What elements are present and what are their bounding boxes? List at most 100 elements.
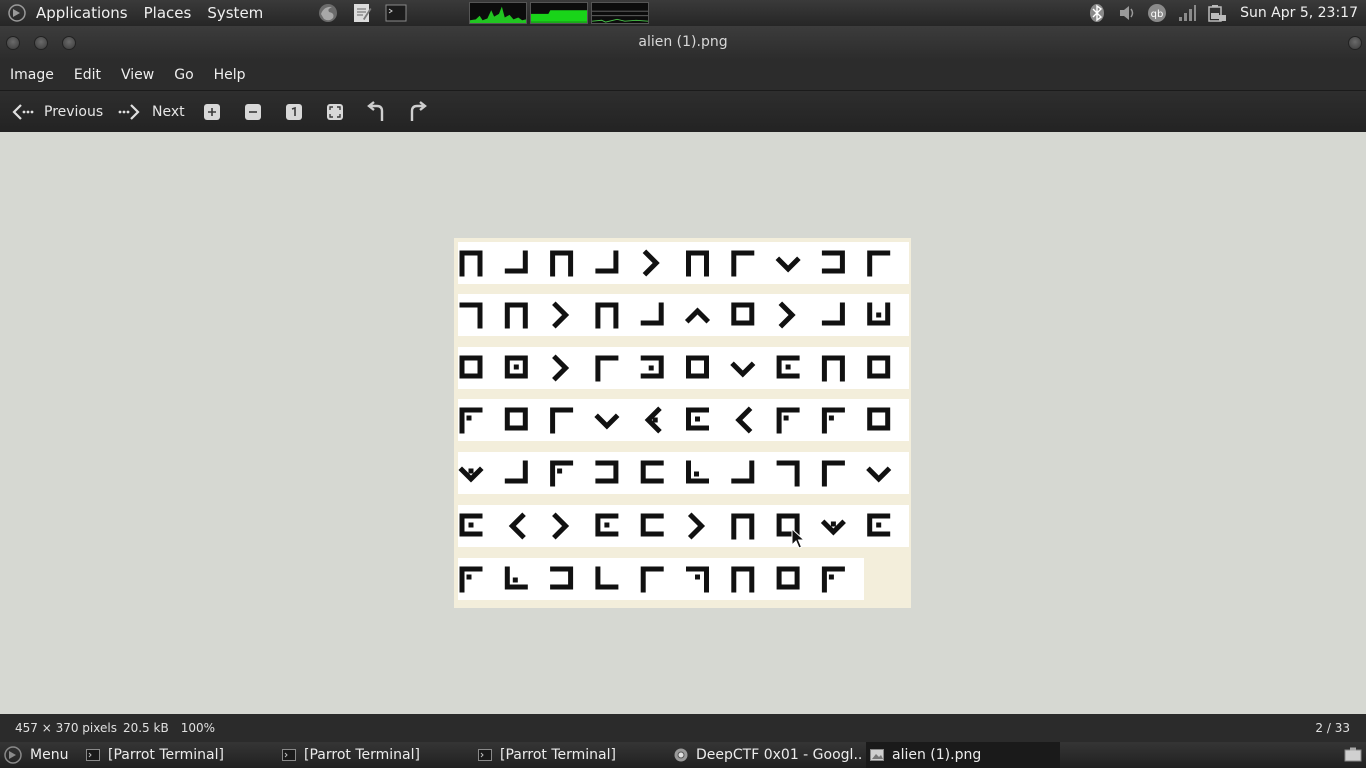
- alien-glyph-cdot: [686, 407, 709, 431]
- parrot-logo-icon[interactable]: [8, 4, 26, 22]
- rotate-right-button[interactable]: [408, 91, 428, 133]
- previous-button[interactable]: Previous: [10, 91, 103, 133]
- alien-glyph-cdot: [867, 513, 891, 537]
- alien-glyph-lessdot: [644, 406, 662, 434]
- task-parrot-terminal-1[interactable]: [Parrot Terminal]: [86, 742, 276, 768]
- alien-glyph-rc: [640, 302, 664, 326]
- alien-glyph-ltdot: [776, 407, 800, 434]
- text-editor-launcher-icon[interactable]: [351, 2, 373, 24]
- alien-glyph-lt: [550, 407, 574, 434]
- alien-glyph-n: [821, 355, 845, 382]
- zoom-out-button[interactable]: [244, 91, 262, 133]
- places-menu[interactable]: Places: [136, 0, 200, 26]
- alien-glyph-sq: [776, 566, 800, 590]
- task-label: [Parrot Terminal]: [108, 747, 224, 763]
- image-index: 2 / 33: [1315, 721, 1350, 735]
- window-titlebar[interactable]: alien (1).png: [0, 26, 1366, 60]
- battery-icon[interactable]: [1207, 3, 1227, 23]
- alien-glyph-lt: [595, 355, 619, 382]
- task-alien-png[interactable]: alien (1).png: [866, 742, 1060, 768]
- image-viewer-icon: [870, 749, 884, 761]
- alien-glyph-n: [686, 250, 709, 277]
- terminal-launcher-icon[interactable]: [385, 2, 407, 24]
- terminal-icon: [478, 749, 492, 761]
- svg-text:qb: qb: [1151, 9, 1164, 20]
- alien-glyph-cdot: [776, 355, 800, 379]
- taskbar: Menu [Parrot Terminal] [Parrot Terminal]…: [0, 742, 1366, 768]
- alien-glyph-v: [594, 413, 620, 430]
- alien-glyph-hat: [684, 307, 711, 324]
- alien-glyph-v: [866, 466, 892, 483]
- memory-monitor-icon: [530, 2, 589, 24]
- task-parrot-terminal-2[interactable]: [Parrot Terminal]: [282, 742, 472, 768]
- next-button[interactable]: Next: [118, 91, 185, 133]
- alien-cipher-image: [454, 238, 911, 608]
- show-desktop-icon[interactable]: [1344, 747, 1362, 763]
- volume-icon[interactable]: [1117, 3, 1137, 23]
- normal-size-button[interactable]: [285, 91, 303, 133]
- task-parrot-terminal-3[interactable]: [Parrot Terminal]: [478, 742, 668, 768]
- terminal-icon: [282, 749, 296, 761]
- applications-menu[interactable]: Applications: [28, 0, 136, 26]
- alien-glyph-lt: [867, 250, 891, 277]
- start-menu-button[interactable]: Menu: [0, 742, 78, 768]
- alien-glyph-ltdot: [821, 566, 845, 593]
- zoom-in-button[interactable]: [203, 91, 221, 133]
- alien-glyph-lb: [595, 566, 619, 590]
- menu-help[interactable]: Help: [204, 67, 256, 83]
- best-fit-icon: [327, 104, 343, 120]
- network-monitor-icon: [591, 2, 650, 24]
- network-signal-icon[interactable]: [1177, 3, 1197, 23]
- alien-glyph-cdot: [595, 513, 619, 537]
- image-dimensions: 457 × 370 pixels: [15, 721, 117, 735]
- glyph-row: [458, 347, 909, 389]
- alien-glyph-e3dot: [640, 355, 664, 379]
- alien-glyph-e3: [595, 460, 619, 484]
- window-menu-button[interactable]: [1348, 36, 1362, 50]
- alien-glyph-gt: [552, 512, 570, 540]
- alien-glyph-rc: [595, 250, 619, 274]
- menu-go[interactable]: Go: [164, 67, 203, 83]
- menu-edit[interactable]: Edit: [64, 67, 111, 83]
- alien-glyph-sq: [686, 355, 709, 379]
- alien-glyph-sqdot: [504, 355, 528, 379]
- menu-image[interactable]: Image: [0, 67, 64, 83]
- system-menu[interactable]: System: [199, 0, 271, 26]
- parrot-menu-icon: [4, 746, 22, 764]
- glyph-row-svg: [459, 249, 891, 277]
- menubar: Image Edit View Go Help: [0, 60, 1366, 90]
- alien-glyph-lt: [821, 460, 845, 487]
- glyph-row: [458, 558, 864, 600]
- bluetooth-icon[interactable]: [1087, 3, 1107, 23]
- alien-glyph-less: [508, 512, 526, 540]
- previous-label: Previous: [44, 104, 104, 120]
- best-fit-button[interactable]: [326, 91, 344, 133]
- alien-glyph-n: [550, 250, 574, 277]
- alien-glyph-vdot: [458, 466, 484, 483]
- rotate-left-button[interactable]: [366, 91, 386, 133]
- alien-glyph-lt: [640, 566, 664, 593]
- cpu-monitor-icon: [469, 2, 528, 24]
- alien-glyph-gt: [778, 301, 796, 329]
- alien-glyph-vdot: [820, 519, 846, 536]
- firefox-launcher-icon[interactable]: [317, 2, 339, 24]
- window-title: alien (1).png: [638, 34, 728, 50]
- qbittorrent-icon[interactable]: qb: [1147, 3, 1167, 23]
- alien-glyph-sq: [867, 355, 891, 379]
- alien-glyph-v: [730, 361, 756, 378]
- system-tray: qb Sun Apr 5, 23:17: [1082, 0, 1366, 26]
- task-chrome-deepctf[interactable]: DeepCTF 0x01 - Googl...: [674, 742, 862, 768]
- alien-glyph-ltdot: [459, 566, 483, 593]
- image-viewer-canvas[interactable]: [0, 132, 1366, 714]
- alien-glyph-gt: [552, 301, 570, 329]
- zoom-out-icon: [245, 104, 261, 120]
- alien-glyph-udot: [867, 302, 891, 326]
- alien-glyph-e3: [550, 566, 574, 590]
- alien-glyph-rc: [731, 460, 755, 484]
- menu-view[interactable]: View: [111, 67, 164, 83]
- clock[interactable]: Sun Apr 5, 23:17: [1232, 5, 1366, 21]
- glyph-row-svg: [459, 301, 891, 329]
- alien-glyph-lbdot: [504, 566, 528, 590]
- alien-glyph-rc: [504, 250, 528, 274]
- glyph-row: [458, 452, 909, 494]
